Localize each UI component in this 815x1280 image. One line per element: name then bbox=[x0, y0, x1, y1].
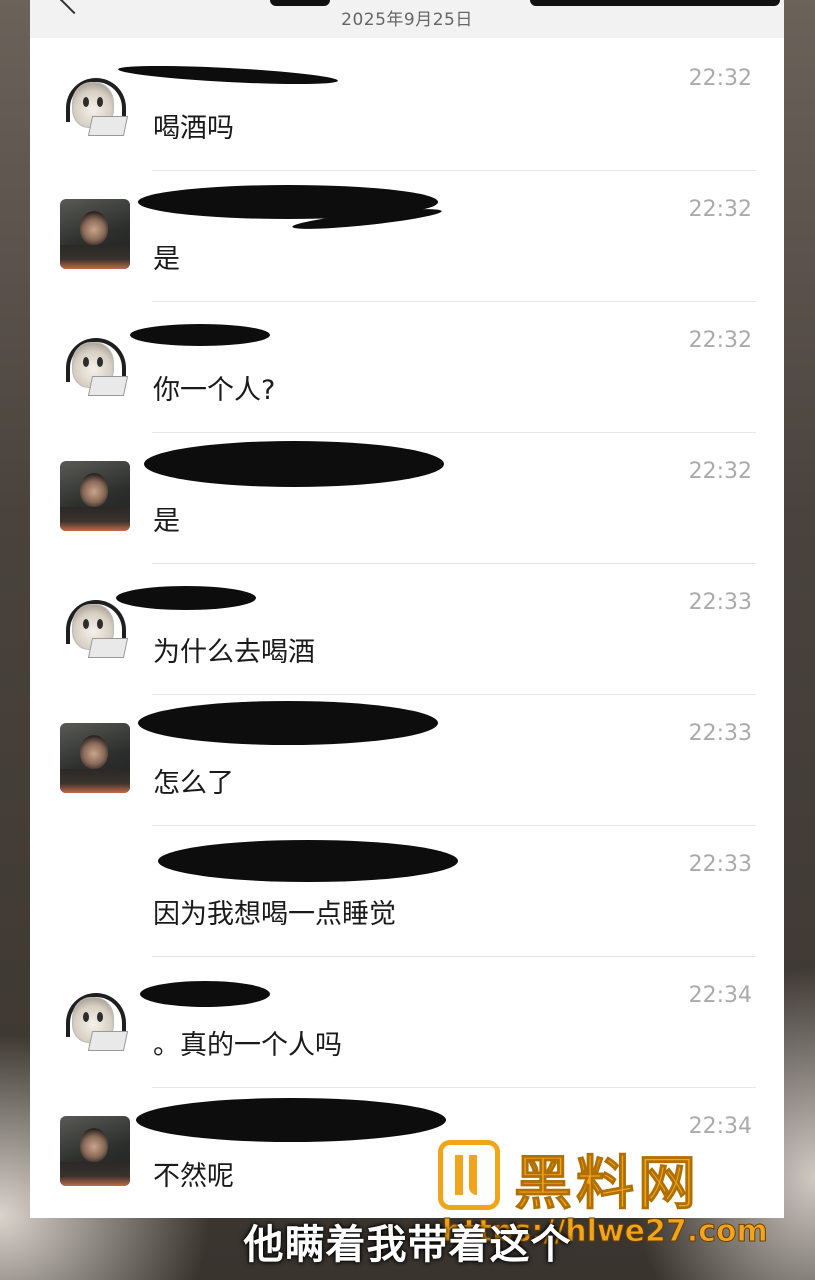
message-row[interactable]: 22:32 你一个人? bbox=[30, 302, 784, 433]
cat-avatar[interactable] bbox=[60, 987, 130, 1057]
message-text: 怎么了 bbox=[153, 768, 234, 799]
redacted-sender-name bbox=[136, 1098, 446, 1142]
laptop-icon bbox=[87, 638, 129, 658]
watermark-logo-icon bbox=[438, 1140, 500, 1210]
message-row[interactable]: 22:33 怎么了 bbox=[30, 695, 784, 826]
laptop-icon bbox=[87, 1031, 129, 1051]
video-subtitle: 他瞒着我带着这个 bbox=[243, 1222, 572, 1268]
message-time: 22:32 bbox=[688, 459, 752, 484]
message-text: 。真的一个人吗 bbox=[153, 1030, 342, 1061]
watermark-title: 黑料网 bbox=[513, 1149, 701, 1218]
message-text: 为什么去喝酒 bbox=[153, 637, 315, 668]
message-row[interactable]: 22:32 喝酒吗 bbox=[30, 40, 784, 171]
redacted-sender-name bbox=[144, 441, 444, 487]
laptop-icon bbox=[87, 376, 129, 396]
message-text: 是 bbox=[153, 506, 180, 537]
person-avatar[interactable] bbox=[60, 199, 130, 269]
message-time: 22:34 bbox=[688, 983, 752, 1008]
message-row[interactable]: 22:34 。真的一个人吗 bbox=[30, 957, 784, 1088]
message-time: 22:32 bbox=[688, 197, 752, 222]
message-text: 是 bbox=[153, 244, 180, 275]
message-row[interactable]: 22:32 是 bbox=[30, 433, 784, 564]
chat-history-screen: 2025年9月25日 22:32 喝酒吗 22:32 是 22:32 你一个人? bbox=[30, 0, 784, 1218]
message-time: 22:33 bbox=[688, 590, 752, 615]
message-text: 喝酒吗 bbox=[153, 113, 234, 144]
redacted-sender-name bbox=[117, 62, 339, 88]
redacted-sender-name bbox=[158, 840, 458, 882]
message-row[interactable]: 22:33 为什么去喝酒 bbox=[30, 564, 784, 695]
person-avatar[interactable] bbox=[60, 1116, 130, 1186]
redacted-sender-name bbox=[130, 324, 270, 346]
message-row[interactable]: 22:33 因为我想喝一点睡觉 bbox=[30, 826, 784, 957]
cat-avatar[interactable] bbox=[60, 594, 130, 664]
date-header: 2025年9月25日 bbox=[341, 10, 473, 30]
cat-avatar[interactable] bbox=[60, 72, 130, 142]
message-text: 不然呢 bbox=[153, 1161, 234, 1192]
person-avatar[interactable] bbox=[60, 723, 130, 793]
redacted-sender-name bbox=[140, 981, 270, 1007]
message-row[interactable]: 22:32 是 bbox=[30, 171, 784, 302]
message-time: 22:32 bbox=[688, 328, 752, 353]
message-time: 22:33 bbox=[688, 852, 752, 877]
message-time: 22:32 bbox=[688, 66, 752, 91]
redacted-sender-name bbox=[138, 701, 438, 745]
person-avatar[interactable] bbox=[60, 461, 130, 531]
message-time: 22:33 bbox=[688, 721, 752, 746]
cat-avatar[interactable] bbox=[60, 332, 130, 402]
top-bar: 2025年9月25日 bbox=[30, 0, 784, 38]
message-text: 你一个人? bbox=[153, 375, 276, 406]
laptop-icon bbox=[87, 116, 129, 136]
redacted-sender-name bbox=[116, 586, 256, 610]
message-text: 因为我想喝一点睡觉 bbox=[153, 899, 396, 930]
